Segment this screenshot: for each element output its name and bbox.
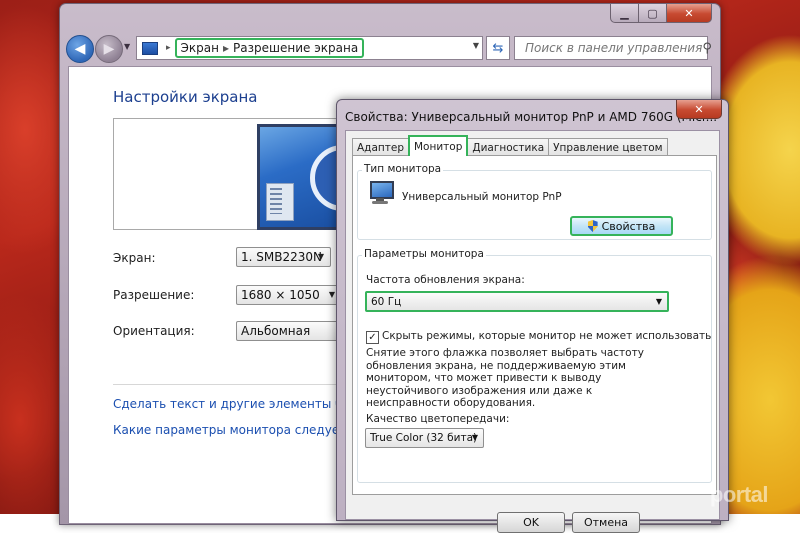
shield-icon bbox=[587, 220, 598, 232]
monitor-properties-button[interactable]: Свойства bbox=[570, 216, 673, 236]
refresh-rate-select[interactable]: 60 Гц ▼ bbox=[365, 291, 669, 312]
cancel-button[interactable]: Отмена bbox=[572, 512, 640, 533]
tab-adapter[interactable]: Адаптер bbox=[352, 138, 409, 156]
monitor-icon bbox=[368, 181, 394, 205]
monitor-type-group-label: Тип монитора bbox=[362, 163, 444, 175]
page-title: Настройки экрана bbox=[113, 88, 258, 106]
chevron-down-icon: ▼ bbox=[317, 252, 324, 261]
window-caption-buttons: ▁ ▢ ✕ bbox=[610, 4, 712, 23]
screen-label: Экран: bbox=[113, 251, 156, 265]
color-quality-label: Качество цветопередачи: bbox=[366, 413, 510, 425]
chevron-down-icon: ▼ bbox=[655, 297, 662, 306]
monitor-properties-dialog: Свойства: Универсальный монитор PnP и AM… bbox=[336, 99, 729, 533]
back-button[interactable]: ◀ bbox=[66, 35, 94, 63]
screen-select-value: 1. SMB2230N bbox=[241, 250, 322, 264]
close-icon: ✕ bbox=[694, 102, 704, 116]
monitor-name: Универсальный монитор PnP bbox=[402, 191, 562, 203]
chevron-down-icon: ▼ bbox=[471, 433, 478, 442]
breadcrumb: Экран ▸ Разрешение экрана bbox=[174, 38, 365, 58]
address-dropdown-icon[interactable]: ▼ bbox=[473, 41, 479, 50]
tab-strip: Адаптер Монитор Диагностика Управление ц… bbox=[352, 135, 668, 156]
refresh-rate-value: 60 Гц bbox=[371, 295, 402, 308]
recent-pages-dropdown-icon[interactable]: ▼ bbox=[124, 42, 130, 51]
color-quality-select[interactable]: True Color (32 бита) ▼ bbox=[365, 428, 484, 448]
resolution-select-value: 1680 × 1050 bbox=[241, 288, 320, 302]
watermark-logo: portal bbox=[709, 482, 769, 507]
minimize-button[interactable]: ▁ bbox=[610, 4, 639, 23]
hide-modes-label[interactable]: Скрыть режимы, которые монитор не может … bbox=[382, 330, 711, 342]
monitor-params-group: Параметры монитора Частота обновления эк… bbox=[357, 248, 712, 483]
tab-color-management[interactable]: Управление цветом bbox=[548, 138, 668, 156]
tab-monitor[interactable]: Монитор bbox=[407, 135, 469, 156]
orientation-select-value: Альбомная bbox=[241, 324, 311, 338]
refresh-button[interactable]: ⇆ bbox=[486, 36, 510, 60]
breadcrumb-item-resolution[interactable]: Разрешение экрана bbox=[233, 41, 358, 55]
window-thumbnail-icon bbox=[266, 183, 294, 221]
chevron-down-icon: ▼ bbox=[328, 290, 335, 299]
resolution-label: Разрешение: bbox=[113, 288, 195, 302]
monitor-params-group-label: Параметры монитора bbox=[362, 248, 486, 260]
orientation-label: Ориентация: bbox=[113, 324, 195, 338]
tab-diagnostics[interactable]: Диагностика bbox=[467, 138, 550, 156]
breadcrumb-item-screen[interactable]: Экран bbox=[181, 41, 219, 55]
display-preview: 1 bbox=[113, 118, 355, 230]
monitor-thumbnail[interactable]: 1 bbox=[257, 124, 345, 230]
color-quality-value: True Color (32 бита) bbox=[370, 432, 478, 444]
monitor-properties-button-label: Свойства bbox=[601, 219, 656, 233]
dialog-title: Свойства: Универсальный монитор PnP и AM… bbox=[345, 110, 718, 124]
screen-select[interactable]: 1. SMB2230N ▼ bbox=[236, 247, 331, 267]
hide-modes-note: Снятие этого флажка позволяет выбрать ча… bbox=[366, 347, 644, 409]
breadcrumb-separator-icon: ▸ bbox=[166, 43, 171, 53]
search-input[interactable]: Поиск в панели управления ⚲ bbox=[514, 36, 712, 60]
search-icon[interactable]: ⚲ bbox=[702, 41, 712, 56]
orientation-select[interactable]: Альбомная bbox=[236, 321, 346, 341]
refresh-icon: ⇆ bbox=[492, 40, 504, 56]
breadcrumb-separator-icon: ▸ bbox=[222, 41, 230, 55]
refresh-rate-label: Частота обновления экрана: bbox=[366, 274, 525, 286]
dialog-body: Адаптер Монитор Диагностика Управление ц… bbox=[345, 130, 720, 533]
dialog-close-button[interactable]: ✕ bbox=[676, 100, 722, 119]
monitor-type-group: Тип монитора Универсальный монитор PnP С… bbox=[357, 163, 712, 240]
search-placeholder: Поиск в панели управления bbox=[525, 41, 703, 55]
monitor-tab-panel: Тип монитора Универсальный монитор PnP С… bbox=[352, 155, 717, 495]
address-bar[interactable]: ▸ Экран ▸ Разрешение экрана ▼ bbox=[136, 36, 483, 60]
ok-button[interactable]: OK bbox=[497, 512, 565, 533]
navigation-bar: ◀ ▶ ▼ ▸ Экран ▸ Разрешение экрана ▼ ⇆ По… bbox=[66, 34, 714, 64]
resolution-select[interactable]: 1680 × 1050 ▼ bbox=[236, 285, 342, 305]
forward-button[interactable]: ▶ bbox=[95, 35, 123, 63]
hide-modes-checkbox[interactable]: ✓ bbox=[366, 331, 379, 344]
monitor-settings-help-link[interactable]: Какие параметры монитора следует вы bbox=[113, 423, 367, 437]
close-button[interactable]: ✕ bbox=[666, 4, 712, 23]
maximize-button[interactable]: ▢ bbox=[638, 4, 667, 23]
control-panel-icon bbox=[142, 41, 158, 55]
